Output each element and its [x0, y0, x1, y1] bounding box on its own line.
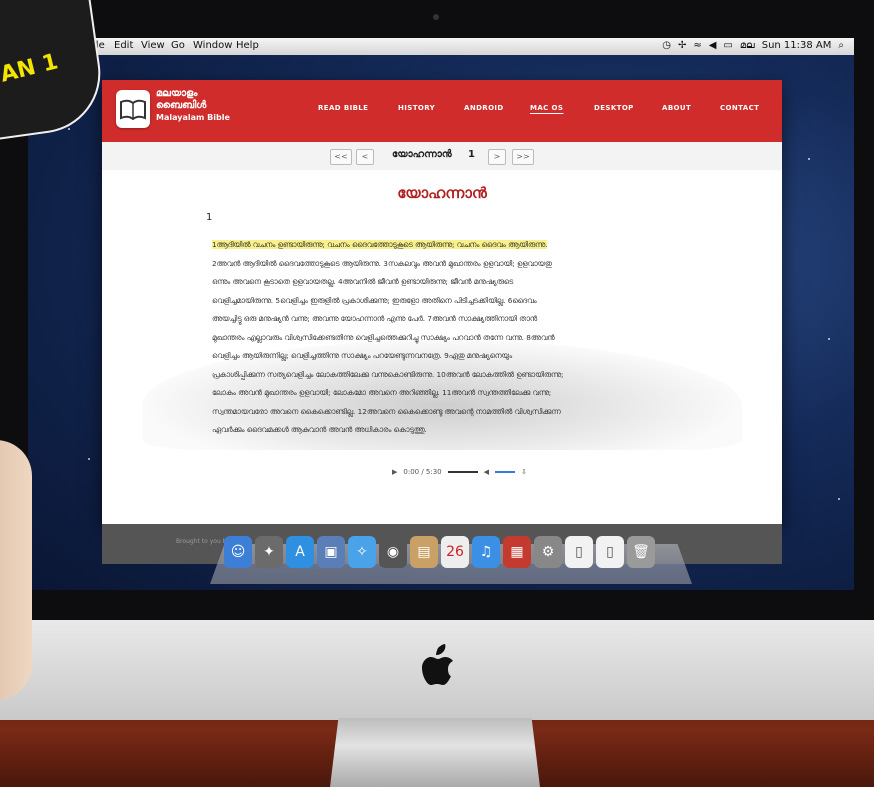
chapter-number: 1: [206, 212, 213, 223]
brand-line-3: Malayalam Bible: [156, 113, 230, 122]
itunes-icon[interactable]: ♫: [472, 536, 500, 568]
verse-line[interactable]: 2അവൻ ആദിയിൽ ദൈവത്തോടുകൂടെ ആയിരുന്നു. 3സക…: [212, 255, 652, 274]
chapter-content: യോഹന്നാൻ 1 1ആദിയിൽ വചനം ഉണ്ടായിരുന്നു; വ…: [102, 170, 782, 524]
imac: File Edit View Go Window Help ◷ ✢ ≈ ◀ ▭ …: [0, 0, 874, 720]
nav-mac-os[interactable]: MAC OS: [530, 104, 563, 112]
preview-icon[interactable]: ▣: [317, 536, 345, 568]
verse-line[interactable]: വെളിച്ചം ആയിരുന്നില്ല; വെളിച്ചത്തിന്നു സ…: [212, 347, 652, 366]
next-chapter-button[interactable]: >: [488, 149, 506, 165]
wifi-icon[interactable]: ≈: [693, 40, 701, 51]
hand: [0, 440, 32, 700]
browser-window: മലയാളം ബൈബിൾ Malayalam Bible READ BIBLE …: [102, 80, 782, 564]
footer-text: Brought to you by: [176, 538, 231, 545]
brand-line-1: മലയാളം: [156, 88, 198, 99]
verse-line[interactable]: പ്രകാശിപ്പിക്കുന്ന സത്യവെളിച്ചം ലോകത്തില…: [212, 366, 652, 385]
mac-menubar: File Edit View Go Window Help ◷ ✢ ≈ ◀ ▭ …: [28, 38, 854, 55]
timemachine-icon[interactable]: ◷: [662, 40, 671, 51]
spotlight-icon[interactable]: ⌕: [838, 40, 844, 51]
pager-chapter[interactable]: 1: [468, 149, 475, 160]
system-preferences-icon[interactable]: ⚙: [534, 536, 562, 568]
pager-book[interactable]: യോഹന്നാൻ: [392, 149, 452, 160]
volume-icon[interactable]: ◀: [709, 40, 717, 51]
verse-line[interactable]: മുഖാന്തരം എല്ലാവരും വിശ്വസിക്കേണ്ടതിന്നു…: [212, 329, 652, 348]
dock-icons: ☺ ✦ A ▣ ✧ ◉ ▤ 26 ♫ ▦ ⚙ ▯ ▯ 🗑: [224, 536, 655, 568]
nav-about[interactable]: ABOUT: [662, 104, 691, 112]
first-chapter-button[interactable]: <<: [330, 149, 352, 165]
verse-line[interactable]: അയച്ചിട്ടു ഒരു മനുഷ്യൻ വന്നു; അവന്നു യോഹ…: [212, 310, 652, 329]
verse-line[interactable]: ലോകം അവൻ മുഖാന്തരം ഉളവായി; ലോകമോ അവനെ അറ…: [212, 384, 652, 403]
seek-bar[interactable]: [447, 471, 478, 473]
launchpad-icon[interactable]: ✦: [255, 536, 283, 568]
verse-line[interactable]: സ്വന്തമായവരോ അവനെ കൈക്കൊണ്ടില്ല. 12അവനെ …: [212, 403, 652, 422]
verse-line[interactable]: ഏവർക്കും ദൈവമക്കൾ ആകുവാൻ അവൻ അധികാരം കൊട…: [212, 421, 652, 440]
document-icon[interactable]: ▯: [565, 536, 593, 568]
chapter-pager: << < യോഹന്നാൻ 1 > >>: [102, 142, 782, 171]
desktop-screen: File Edit View Go Window Help ◷ ✢ ≈ ◀ ▭ …: [28, 38, 854, 590]
finder-icon[interactable]: ☺: [224, 536, 252, 568]
nav-history[interactable]: HISTORY: [398, 104, 435, 112]
menu-go[interactable]: Go: [171, 40, 185, 51]
clock[interactable]: Sun 11:38 AM: [762, 40, 832, 51]
download-icon[interactable]: ⇩: [521, 468, 527, 476]
camera-icon: [433, 14, 439, 20]
trash-icon[interactable]: 🗑: [627, 536, 655, 568]
input-language[interactable]: മല: [740, 40, 755, 51]
audio-player: ▶ 0:00 / 5:30 ◀ ⇩: [392, 466, 527, 478]
play-icon[interactable]: ▶: [392, 468, 397, 476]
bluetooth-icon[interactable]: ✢: [678, 40, 686, 51]
verse-line[interactable]: വെളിച്ചമായിരുന്നു. 5വെളിച്ചം ഇരുളിൽ പ്രക…: [212, 292, 652, 311]
volume-icon[interactable]: ◀: [484, 468, 489, 476]
menu-window[interactable]: Window: [193, 40, 232, 51]
brand-line-2: ബൈബിൾ: [156, 100, 207, 111]
photo-booth-icon[interactable]: ▦: [503, 536, 531, 568]
apple-logo-icon: [422, 644, 453, 685]
menubar-status: ◷ ✢ ≈ ◀ ▭ മല Sun 11:38 AM ⌕: [662, 40, 844, 51]
verse-line[interactable]: ഒന്നും അവനെ കൂടാതെ ഉളവായതല്ല. 4അവനിൽ ജീവ…: [212, 273, 652, 292]
verse-text: 1ആദിയിൽ വചനം ഉണ്ടായിരുന്നു; വചനം ദൈവത്തോ…: [212, 236, 652, 440]
calendar-icon[interactable]: 26: [441, 536, 469, 568]
brand-name[interactable]: മലയാളം ബൈബിൾ Malayalam Bible: [156, 88, 230, 124]
menu-view[interactable]: View: [141, 40, 165, 51]
app-store-icon[interactable]: A: [286, 536, 314, 568]
last-chapter-button[interactable]: >>: [512, 149, 534, 165]
nav-read-bible[interactable]: READ BIBLE: [318, 104, 368, 112]
volume-slider[interactable]: [495, 471, 516, 473]
imac-stand: [330, 718, 540, 787]
bible-logo-icon[interactable]: [116, 90, 150, 128]
facetime-icon[interactable]: ◉: [379, 536, 407, 568]
safari-icon[interactable]: ✧: [348, 536, 376, 568]
nav-contact[interactable]: CONTACT: [720, 104, 759, 112]
battery-icon[interactable]: ▭: [723, 40, 732, 51]
verse-line-highlighted[interactable]: 1ആദിയിൽ വചനം ഉണ്ടായിരുന്നു; വചനം ദൈവത്തോ…: [212, 240, 548, 249]
player-time: 0:00 / 5:30: [403, 468, 442, 476]
nav-android[interactable]: ANDROID: [464, 104, 504, 112]
nav-desktop[interactable]: DESKTOP: [594, 104, 634, 112]
site-header: മലയാളം ബൈബിൾ Malayalam Bible READ BIBLE …: [102, 80, 782, 142]
prev-chapter-button[interactable]: <: [356, 149, 374, 165]
menu-help[interactable]: Help: [236, 40, 259, 51]
contacts-icon[interactable]: ▤: [410, 536, 438, 568]
menu-edit[interactable]: Edit: [114, 40, 133, 51]
chapter-title: യോഹന്നാൻ: [397, 184, 487, 202]
downloads-icon[interactable]: ▯: [596, 536, 624, 568]
